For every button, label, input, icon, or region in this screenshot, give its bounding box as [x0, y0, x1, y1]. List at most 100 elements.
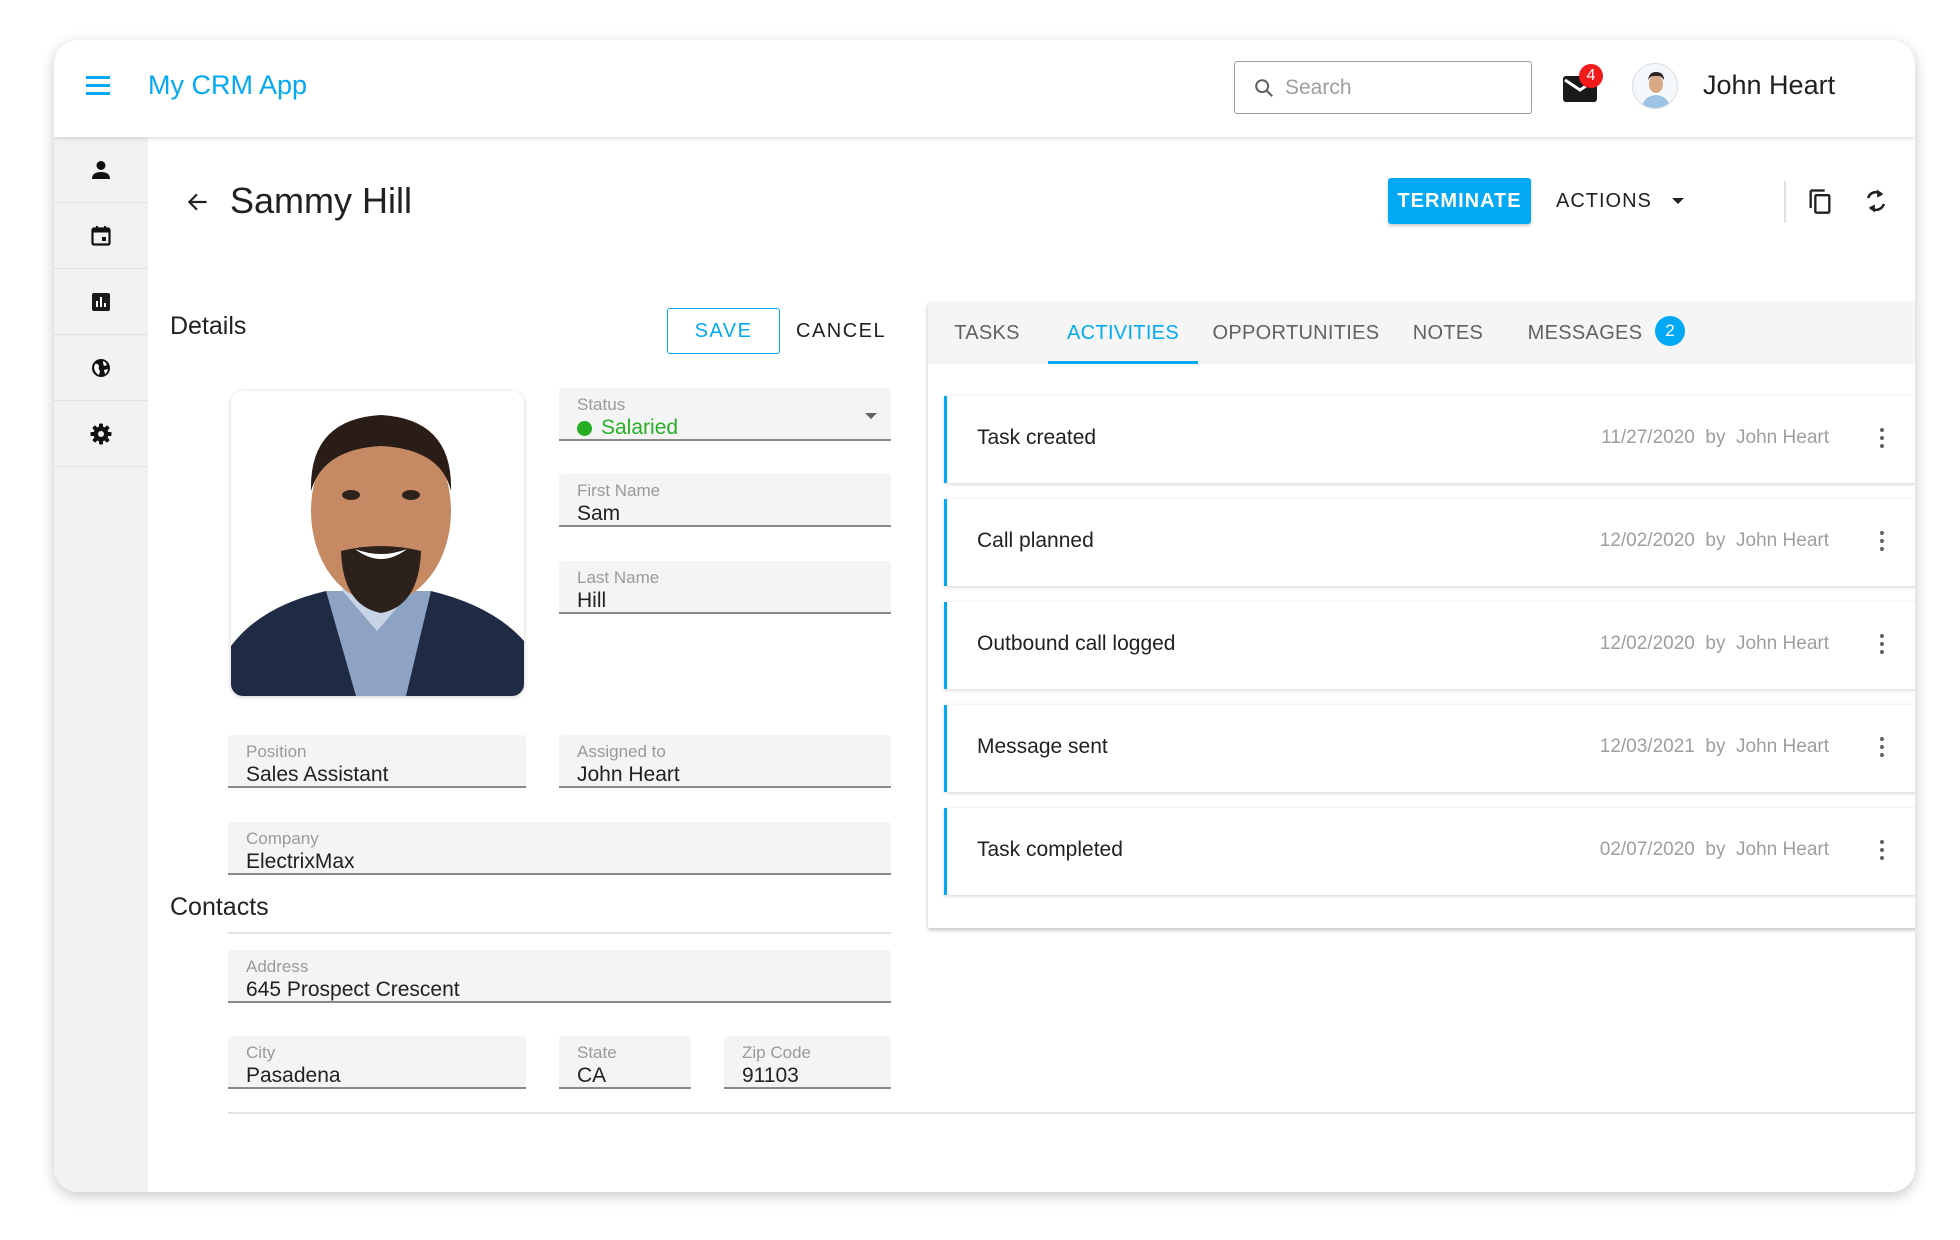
tab-opportunities[interactable]: OPPORTUNITIES	[1210, 302, 1382, 364]
last-name-value: Hill	[577, 589, 607, 612]
last-name-label: Last Name	[577, 568, 660, 587]
page-title: Sammy Hill	[230, 180, 413, 221]
activity-by: by	[1705, 839, 1726, 860]
search-icon	[1255, 79, 1274, 98]
more-vert-icon[interactable]	[1876, 840, 1888, 864]
more-vert-icon[interactable]	[1876, 737, 1888, 761]
position-field[interactable]: Position Sales Assistant	[228, 735, 526, 788]
refresh-button[interactable]	[1862, 187, 1890, 220]
copy-icon	[1809, 189, 1831, 214]
activity-meta: 12/02/2020 by John Heart	[1600, 530, 1829, 552]
tab-bar: TASKS ACTIVITIES OPPORTUNITIES NOTES MES…	[928, 302, 1915, 364]
activity-item[interactable]: Task completed 02/07/2020 by John Heart	[944, 808, 1915, 895]
activity-item[interactable]: Message sent 12/03/2021 by John Heart	[944, 705, 1915, 792]
activity-item[interactable]: Outbound call logged 12/02/2020 by John …	[944, 602, 1915, 689]
sidebar-item-contacts[interactable]	[54, 137, 148, 203]
zip-code-field[interactable]: Zip Code 91103	[724, 1036, 891, 1089]
company-value: ElectrixMax	[246, 850, 355, 873]
hamburger-icon-bar	[86, 84, 110, 87]
cancel-button[interactable]: CANCEL	[796, 308, 886, 354]
company-label: Company	[246, 829, 319, 848]
activity-author: John Heart	[1736, 839, 1829, 860]
chart-icon	[92, 292, 110, 311]
main-content: Sammy Hill TERMINATE ACTIONS Details SAV…	[148, 137, 1915, 1192]
hamburger-icon-bar	[86, 92, 110, 95]
hamburger-icon	[86, 76, 110, 79]
actions-label: ACTIONS	[1556, 189, 1652, 212]
app-title[interactable]: My CRM App	[148, 70, 307, 101]
activity-date: 12/02/2020	[1599, 633, 1695, 654]
city-label: City	[246, 1043, 276, 1062]
status-dot-icon	[577, 420, 592, 436]
actions-dropdown[interactable]: ACTIONS	[1556, 178, 1684, 224]
city-field[interactable]: City Pasadena	[228, 1036, 526, 1089]
activity-meta: 12/02/2020 by John Heart	[1600, 633, 1829, 655]
arrow-left-icon	[187, 193, 207, 211]
activity-title: Message sent	[977, 735, 1108, 758]
contacts-heading: Contacts	[170, 893, 269, 921]
sidebar-item-globe[interactable]	[54, 335, 148, 401]
first-name-label: First Name	[577, 481, 661, 500]
calendar-icon	[91, 225, 111, 246]
activity-date: 11/27/2020	[1601, 427, 1695, 448]
status-select[interactable]: Status Salaried	[559, 388, 891, 441]
position-value: Sales Assistant	[246, 763, 389, 786]
assigned-to-field[interactable]: Assigned to John Heart	[559, 735, 891, 788]
user-name[interactable]: John Heart	[1703, 70, 1835, 101]
first-name-field[interactable]: First Name Sam	[559, 474, 891, 527]
back-button[interactable]	[185, 189, 211, 220]
user-avatar-image	[1633, 64, 1677, 108]
activity-meta: 11/27/2020 by John Heart	[1601, 427, 1829, 449]
activity-meta: 12/03/2021 by John Heart	[1600, 736, 1829, 758]
address-field[interactable]: Address 645 Prospect Crescent	[228, 950, 891, 1003]
tab-messages[interactable]: MESSAGES	[1510, 302, 1660, 364]
more-vert-icon[interactable]	[1876, 634, 1888, 658]
last-name-field[interactable]: Last Name Hill	[559, 561, 891, 614]
tab-activities[interactable]: ACTIVITIES	[1048, 302, 1198, 364]
search-box[interactable]	[1234, 61, 1532, 114]
company-field[interactable]: Company ElectrixMax	[228, 822, 891, 875]
more-vert-icon[interactable]	[1876, 428, 1888, 452]
activity-item[interactable]: Task created 11/27/2020 by John Heart	[944, 396, 1915, 483]
activity-meta: 02/07/2020 by John Heart	[1600, 839, 1829, 861]
activity-title: Call planned	[977, 529, 1094, 552]
activity-by: by	[1705, 736, 1726, 757]
activity-title: Outbound call logged	[977, 632, 1176, 655]
first-name-value: Sam	[577, 502, 621, 525]
more-vert-icon[interactable]	[1876, 531, 1888, 555]
top-header: My CRM App 4 John Heart	[54, 40, 1915, 137]
sidebar-item-analytics[interactable]	[54, 269, 148, 335]
address-label: Address	[246, 957, 309, 976]
activity-author: John Heart	[1736, 427, 1829, 448]
sidebar-item-settings[interactable]	[54, 401, 148, 467]
zip-code-label: Zip Code	[742, 1043, 811, 1062]
address-value: 645 Prospect Crescent	[246, 978, 460, 1001]
copy-button[interactable]	[1806, 187, 1834, 220]
activity-date: 02/07/2020	[1599, 839, 1695, 860]
tab-notes[interactable]: NOTES	[1408, 302, 1488, 364]
zip-code-value: 91103	[742, 1064, 799, 1087]
contact-photo-image	[231, 391, 524, 696]
contacts-divider	[228, 932, 891, 934]
activity-title: Task created	[977, 426, 1097, 449]
sidebar-item-calendar[interactable]	[54, 203, 148, 269]
menu-button[interactable]	[84, 73, 114, 103]
messages-badge: 2	[1655, 316, 1685, 346]
activity-by: by	[1705, 530, 1726, 551]
state-field[interactable]: State CA	[559, 1036, 691, 1089]
terminate-button[interactable]: TERMINATE	[1388, 178, 1531, 224]
city-value: Pasadena	[246, 1064, 341, 1087]
search-input[interactable]	[1285, 72, 1515, 104]
user-avatar[interactable]	[1632, 63, 1678, 109]
activity-title: Task completed	[977, 838, 1123, 861]
tab-tasks[interactable]: TASKS	[942, 302, 1032, 364]
mail-badge: 4	[1579, 64, 1603, 88]
save-button[interactable]: SAVE	[667, 308, 780, 354]
status-label: Status	[577, 395, 626, 414]
state-label: State	[577, 1043, 617, 1062]
sidebar	[54, 137, 148, 1192]
app-window: My CRM App 4 John Heart	[54, 40, 1915, 1192]
contact-photo	[231, 391, 524, 696]
activity-item[interactable]: Call planned 12/02/2020 by John Heart	[944, 499, 1915, 586]
status-value: Salaried	[601, 416, 679, 439]
